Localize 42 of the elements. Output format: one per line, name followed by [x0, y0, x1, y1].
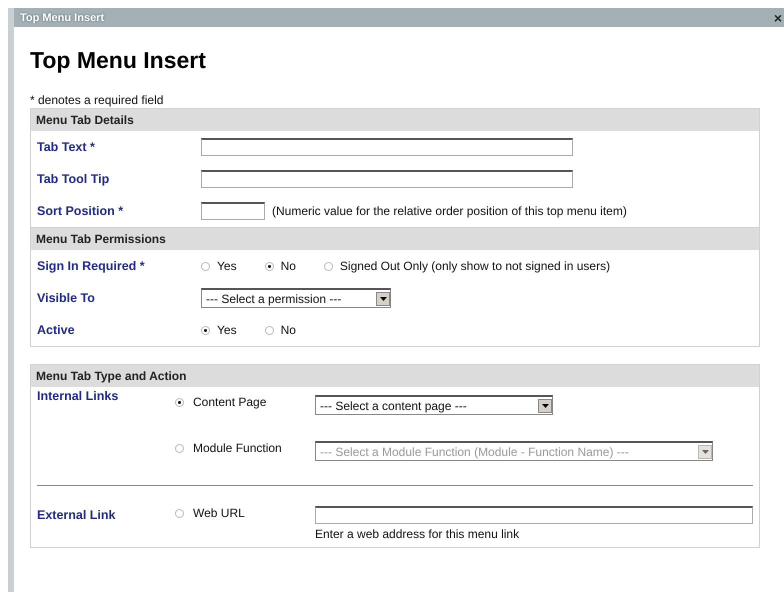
radio-button[interactable]	[264, 262, 274, 270]
radio-label: Yes	[217, 323, 237, 337]
field-label: Sign In Required *	[37, 259, 146, 273]
field-label: Tab Text *	[37, 140, 96, 154]
radio-label: Module Function	[193, 441, 282, 455]
radio-button[interactable]	[175, 508, 184, 518]
field-label: External Link	[37, 507, 116, 522]
field-label: Internal Links	[37, 388, 120, 403]
radio-label: Yes	[217, 259, 237, 273]
field-hint: (Numeric value for the relative order position of this top menu item)	[272, 204, 627, 218]
radio-button[interactable]	[201, 326, 210, 334]
radio-label: No	[280, 259, 296, 273]
field-hint: Enter a web address for this menu link	[315, 527, 520, 541]
number-field[interactable]	[201, 202, 265, 220]
required-note: * denotes a required field	[30, 93, 164, 107]
section-header: Menu Tab Type and Action	[31, 365, 759, 387]
dropdown[interactable]: --- Select a permission ---	[201, 288, 391, 308]
section-header: Menu Tab Details	[31, 109, 759, 131]
page-heading: Top Menu Insert	[30, 47, 207, 74]
field-label: Active	[37, 323, 76, 337]
radio-button[interactable]	[175, 444, 184, 452]
radio-button[interactable]	[264, 326, 274, 334]
section-header: Menu Tab Permissions	[31, 228, 759, 250]
field-label: Tab Tool Tip	[37, 172, 110, 186]
caret-icon	[538, 398, 552, 412]
caret-icon	[698, 444, 712, 458]
radio-label: Web URL	[193, 506, 245, 520]
radio-button[interactable]	[201, 262, 210, 270]
radio-button[interactable]	[175, 398, 184, 406]
radio-label: Signed Out Only (only show to not signed in users)	[340, 259, 610, 273]
text-field[interactable]	[201, 138, 573, 156]
dropdown[interactable]: --- Select a content page ---	[315, 395, 553, 415]
field-label: Sort Position *	[37, 204, 124, 218]
radio-label: Content Page	[193, 395, 266, 409]
caret-icon	[376, 292, 390, 306]
window-title: Top Menu Insert	[20, 12, 104, 24]
field-label: Visible To	[37, 291, 96, 305]
url-field[interactable]	[315, 506, 753, 524]
radio-button[interactable]	[324, 262, 333, 270]
radio-label: No	[280, 323, 296, 337]
close-button[interactable]: ×	[772, 10, 784, 26]
text-field[interactable]	[201, 170, 573, 188]
